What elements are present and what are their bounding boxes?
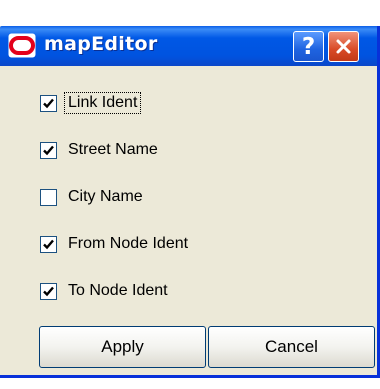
- checkmark-icon: [43, 145, 54, 155]
- close-icon: [336, 39, 351, 54]
- cancel-button[interactable]: Cancel: [208, 326, 375, 368]
- option-link-ident[interactable]: Link Ident: [40, 90, 142, 116]
- city-name-checkbox[interactable]: [40, 188, 57, 206]
- checkmark-icon: [43, 286, 54, 296]
- checkmark-icon: [43, 239, 54, 249]
- window-title: mapEditor: [44, 33, 158, 55]
- apply-button[interactable]: Apply: [39, 326, 206, 368]
- help-icon: ?: [301, 33, 316, 60]
- map-editor-dialog: mapEditor ? Link Ident Street Name City …: [0, 26, 380, 378]
- link-ident-checkbox[interactable]: [40, 94, 57, 112]
- option-from-node-ident[interactable]: From Node Ident: [40, 231, 190, 257]
- option-to-node-ident[interactable]: To Node Ident: [40, 278, 170, 304]
- to-node-ident-checkbox[interactable]: [40, 282, 57, 300]
- app-logo-icon: [8, 33, 36, 58]
- option-city-name[interactable]: City Name: [40, 184, 145, 210]
- option-street-name[interactable]: Street Name: [40, 137, 160, 163]
- checkmark-icon: [43, 98, 54, 108]
- street-name-label: Street Name: [68, 141, 158, 158]
- help-button[interactable]: ?: [293, 31, 324, 62]
- street-name-checkbox[interactable]: [40, 141, 57, 159]
- title-bar[interactable]: mapEditor ?: [0, 26, 377, 66]
- to-node-ident-label: To Node Ident: [68, 282, 168, 299]
- from-node-ident-label: From Node Ident: [68, 235, 189, 252]
- link-ident-label: Link Ident: [63, 92, 142, 114]
- from-node-ident-checkbox[interactable]: [40, 235, 57, 253]
- close-button[interactable]: [328, 31, 359, 62]
- city-name-label: City Name: [68, 188, 143, 205]
